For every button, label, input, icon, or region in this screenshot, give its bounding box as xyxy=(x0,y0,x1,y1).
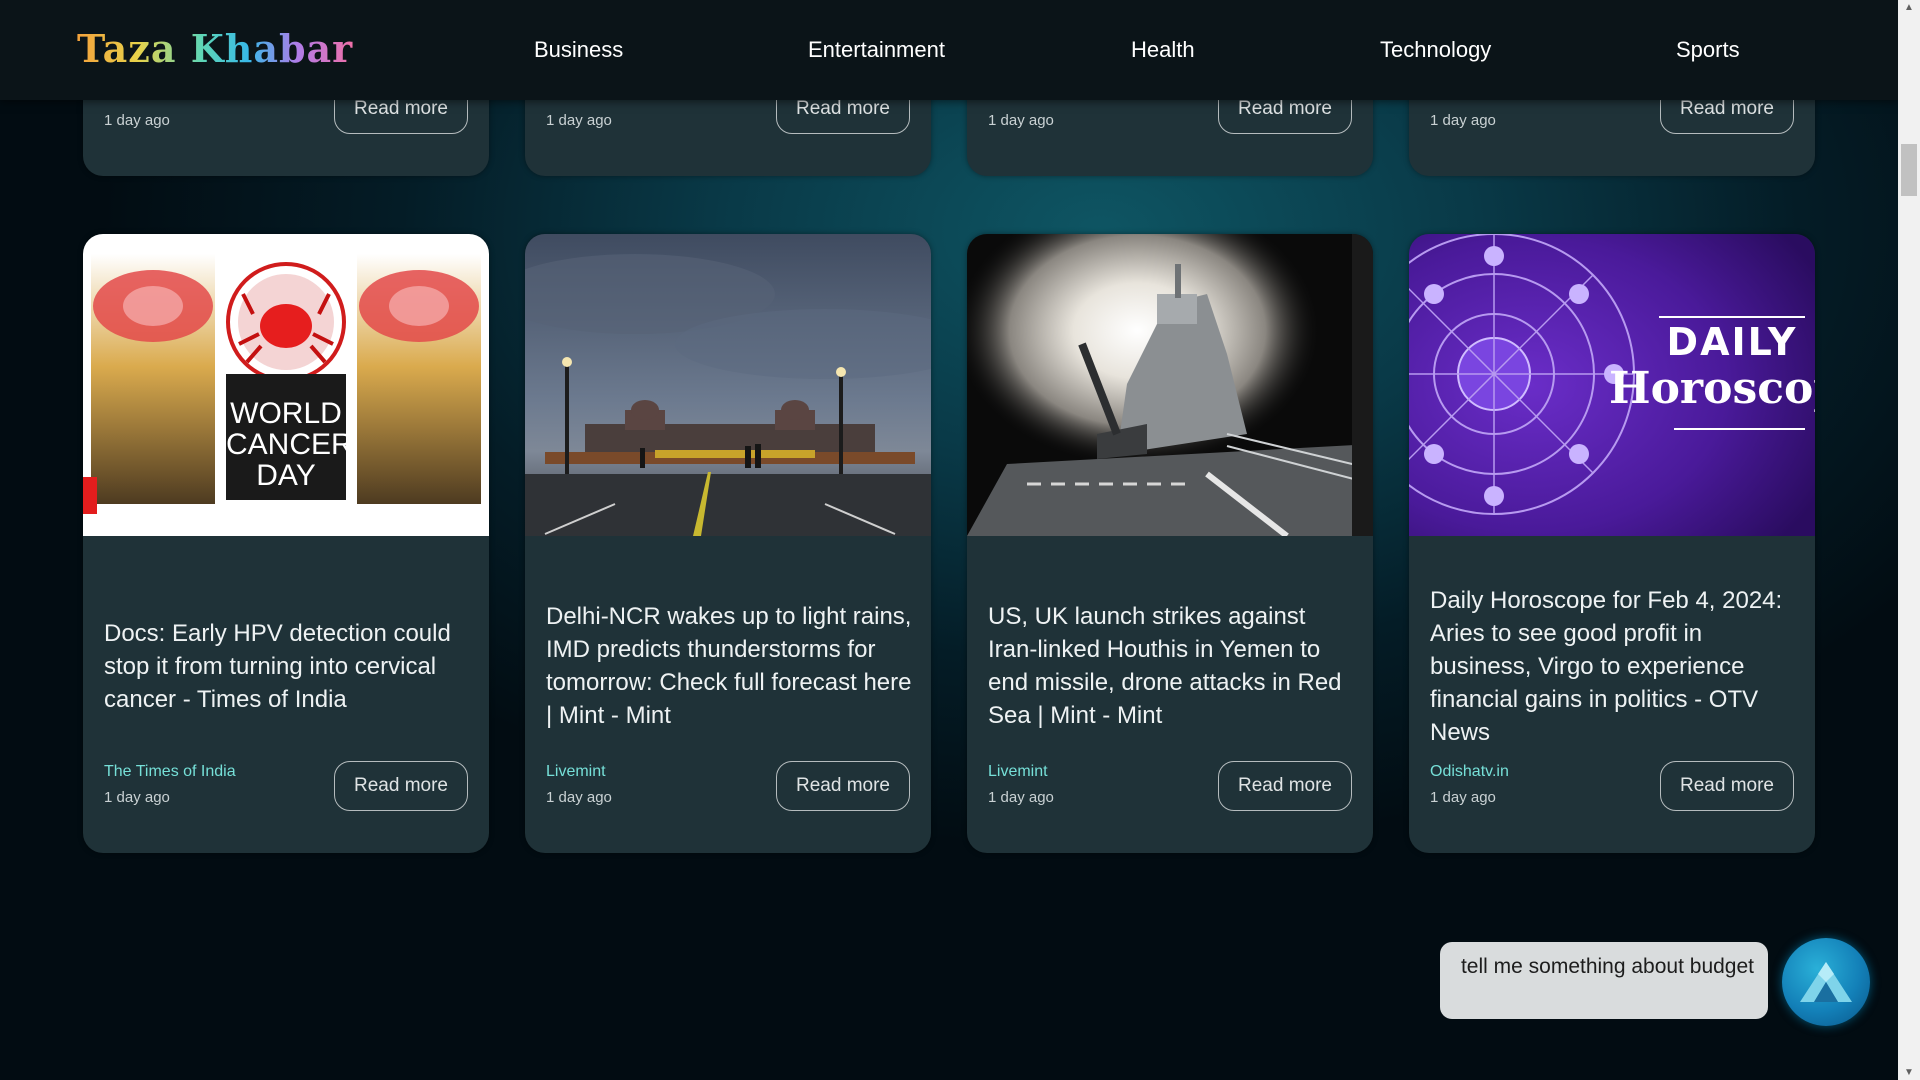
assistant-button[interactable] xyxy=(1782,938,1870,1026)
card-time: 1 day ago xyxy=(546,789,612,806)
card-time: 1 day ago xyxy=(104,789,170,806)
read-more-button[interactable]: Read more xyxy=(1660,761,1794,811)
world-cancer-day-image[interactable]: WORLD CANCER DAY xyxy=(83,234,489,536)
navbar: Taza Khabar Business Entertainment Healt… xyxy=(0,0,1898,100)
card-time: 1 day ago xyxy=(546,112,612,129)
assistant-logo-icon xyxy=(1800,962,1852,1002)
scroll-down-icon[interactable]: ▼ xyxy=(1898,1067,1920,1078)
chat-message-bubble: tell me something about budget xyxy=(1440,942,1768,1019)
nav-entertainment[interactable]: Entertainment xyxy=(808,37,945,63)
card-title[interactable]: Daily Horoscope for Feb 4, 2024: Aries t… xyxy=(1430,536,1797,796)
scroll-thumb[interactable] xyxy=(1901,144,1917,196)
card-title[interactable]: Docs: Early HPV detection could stop it … xyxy=(104,536,471,796)
page-scrollbar[interactable]: ▲ ▼ xyxy=(1898,0,1920,1080)
news-card-1[interactable]: WORLD CANCER DAY Docs: Early HPV detecti… xyxy=(83,234,489,853)
card-source: The Times of India xyxy=(104,763,236,780)
card-time: 1 day ago xyxy=(988,112,1054,129)
card-source: Livemint xyxy=(988,763,1048,780)
site-logo[interactable]: Taza Khabar xyxy=(77,26,353,71)
card-source: Odishatv.in xyxy=(1430,763,1509,780)
news-card-3[interactable]: US, UK launch strikes against Iran-linke… xyxy=(967,234,1373,853)
read-more-button[interactable]: Read more xyxy=(1218,761,1352,811)
read-more-button[interactable]: Read more xyxy=(776,761,910,811)
news-card-4[interactable]: DAILY Horoscope Daily Horoscope for Feb … xyxy=(1409,234,1815,853)
card-source: Livemint xyxy=(546,763,606,780)
card-time: 1 day ago xyxy=(104,112,170,129)
read-more-button[interactable]: Read more xyxy=(334,761,468,811)
news-card-2[interactable]: Delhi-NCR wakes up to light rains, IMD p… xyxy=(525,234,931,853)
image-caption-horoscope: Horoscope xyxy=(1609,363,1815,414)
nav-health[interactable]: Health xyxy=(1131,37,1195,63)
image-caption-daily: DAILY xyxy=(1666,320,1798,364)
delhi-rainy-sky-image[interactable] xyxy=(525,234,931,536)
card-time: 1 day ago xyxy=(1430,789,1496,806)
warship-missile-launch-image[interactable] xyxy=(967,234,1373,536)
card-time: 1 day ago xyxy=(988,789,1054,806)
daily-horoscope-image[interactable]: DAILY Horoscope xyxy=(1409,234,1815,536)
nav-sports[interactable]: Sports xyxy=(1676,37,1740,63)
card-time: 1 day ago xyxy=(1430,112,1496,129)
card-title[interactable]: US, UK launch strikes against Iran-linke… xyxy=(988,536,1355,796)
nav-business[interactable]: Business xyxy=(534,37,623,63)
nav-technology[interactable]: Technology xyxy=(1380,37,1491,63)
image-caption: WORLD CANCER DAY xyxy=(226,397,353,492)
card-title[interactable]: Delhi-NCR wakes up to light rains, IMD p… xyxy=(546,536,913,796)
scroll-up-icon[interactable]: ▲ xyxy=(1898,2,1920,13)
